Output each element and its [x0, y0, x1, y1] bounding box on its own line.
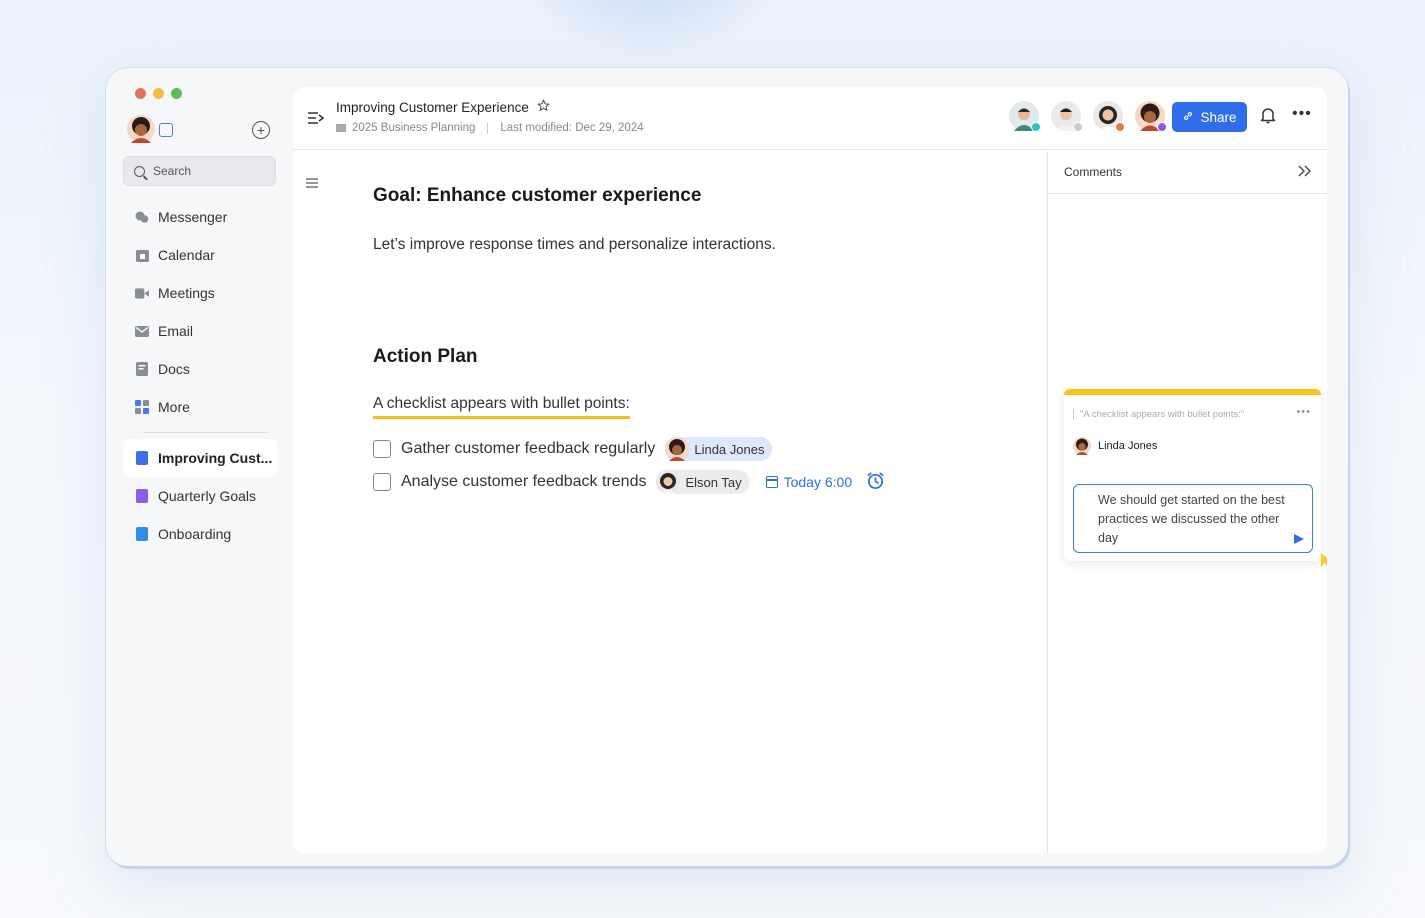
sidebar-item-label: Calendar	[158, 247, 215, 263]
calendar-shortcut-icon[interactable]	[159, 123, 173, 137]
calendar-icon	[135, 248, 149, 262]
status-badge	[1073, 122, 1083, 132]
calendar-icon	[765, 476, 778, 488]
checklist-item: Gather customer feedback regularly Linda…	[373, 436, 773, 462]
status-badge	[1031, 122, 1041, 132]
doc-meta: 2025 Business Planning Last modified: De…	[336, 122, 644, 134]
user-avatar[interactable]	[127, 115, 155, 143]
new-item-icon[interactable]: +	[252, 121, 270, 139]
breadcrumb[interactable]: 2025 Business Planning	[352, 122, 475, 134]
sidebar-doc-improving[interactable]: Improving Cust...	[123, 439, 278, 477]
sidebar-item-label: Onboarding	[158, 526, 232, 542]
alarm-clock-icon[interactable]	[866, 471, 885, 493]
document-editor[interactable]: Goal: Enhance customer experience Let’s …	[293, 151, 1047, 853]
sidebar-item-calendar[interactable]: Calendar	[123, 236, 278, 274]
assignee-chip[interactable]: Elson Tay	[656, 470, 750, 494]
comments-header: Comments	[1048, 151, 1327, 194]
goal-text[interactable]: Let’s improve response times and persona…	[373, 236, 776, 254]
outline-menu-icon[interactable]	[306, 175, 318, 191]
sidebar-item-label: Improving Cust...	[158, 450, 273, 466]
close-dot[interactable]	[135, 88, 146, 99]
avatar	[1073, 437, 1091, 455]
document-icon	[135, 451, 149, 465]
link-icon	[1182, 110, 1194, 125]
docs-icon	[135, 362, 149, 376]
background-glow	[520, 0, 780, 60]
due-date[interactable]: Today 6:00	[765, 471, 886, 493]
sidebar-item-label: Docs	[158, 361, 190, 377]
sidebar-nav: Messenger Calendar Meetings Email Docs M…	[123, 198, 278, 553]
star-icon[interactable]	[537, 99, 550, 115]
doc-header: Improving Customer Experience 2025 Busin…	[293, 87, 1327, 150]
collaborator-avatars	[1009, 101, 1167, 132]
task-label[interactable]: Analyse customer feedback trends	[401, 473, 646, 491]
document-icon	[135, 527, 149, 541]
assignee-chip[interactable]: Linda Jones	[665, 437, 773, 461]
task-label[interactable]: Gather customer feedback regularly	[401, 440, 655, 458]
comment-reply-input[interactable]: We should get started on the best practi…	[1073, 484, 1313, 553]
panel-title: Comments	[1064, 165, 1123, 179]
sidebar-doc-onboarding[interactable]: Onboarding	[123, 515, 278, 553]
sidebar-doc-quarterly[interactable]: Quarterly Goals	[123, 477, 278, 515]
collapse-panel-icon[interactable]	[1298, 165, 1311, 180]
sidebar-item-docs[interactable]: Docs	[123, 350, 278, 388]
collaborator-avatar[interactable]	[1009, 101, 1041, 132]
sidebar-item-label: More	[158, 399, 190, 415]
collapse-sidebar-icon[interactable]	[308, 111, 325, 130]
highlighted-text[interactable]: A checklist appears with bullet points:	[373, 395, 630, 419]
last-modified: Last modified: Dec 29, 2024	[500, 122, 644, 134]
search-input[interactable]: Search	[123, 156, 276, 186]
divider	[487, 122, 489, 134]
pointer-cursor-icon	[1319, 550, 1327, 571]
comments-panel: Comments "A checklist appears with bulle…	[1047, 151, 1327, 853]
sidebar-divider	[143, 432, 268, 433]
goal-heading[interactable]: Goal: Enhance customer experience	[373, 185, 701, 207]
quoted-text: "A checklist appears with bullet points:…	[1073, 409, 1244, 420]
sidebar-item-messenger[interactable]: Messenger	[123, 198, 278, 236]
folder-icon	[336, 124, 346, 132]
video-icon	[135, 286, 149, 300]
avatar	[665, 437, 690, 461]
comment-options-icon[interactable]: •••	[1296, 406, 1311, 418]
status-badge	[1115, 122, 1125, 132]
apps-icon	[135, 400, 149, 414]
window-controls	[135, 88, 182, 99]
sidebar-item-label: Quarterly Goals	[158, 488, 257, 504]
minimize-dot[interactable]	[153, 88, 164, 99]
comment-author: Linda Jones	[1073, 437, 1157, 455]
messenger-icon	[135, 210, 149, 224]
action-plan-heading[interactable]: Action Plan	[373, 346, 478, 368]
bell-icon[interactable]	[1260, 107, 1276, 129]
sidebar-item-more[interactable]: More	[123, 388, 278, 426]
task-checkbox[interactable]	[373, 473, 391, 491]
checklist-item: Analyse customer feedback trends Elson T…	[373, 469, 885, 495]
sidebar-item-meetings[interactable]: Meetings	[123, 274, 278, 312]
sidebar-item-email[interactable]: Email	[123, 312, 278, 350]
app-window: + Search Messenger Calendar Meetings Ema…	[106, 68, 1348, 866]
collaborator-avatar[interactable]	[1093, 101, 1125, 132]
task-checkbox[interactable]	[373, 440, 391, 458]
maximize-dot[interactable]	[171, 88, 182, 99]
collaborator-avatar[interactable]	[1051, 101, 1083, 132]
send-icon[interactable]	[1294, 534, 1304, 544]
avatar	[656, 470, 681, 494]
sidebar-item-label: Email	[158, 323, 194, 339]
main-panel: Improving Customer Experience 2025 Busin…	[293, 87, 1327, 853]
sidebar-item-label: Messenger	[158, 209, 228, 225]
sidebar-item-label: Meetings	[158, 285, 215, 301]
comment-card: "A checklist appears with bullet points:…	[1064, 389, 1327, 571]
more-options-icon[interactable]: •••	[1292, 105, 1312, 123]
document-icon	[135, 489, 149, 503]
status-badge	[1157, 122, 1167, 132]
search-icon	[134, 165, 145, 177]
collaborator-avatar[interactable]	[1135, 101, 1167, 132]
mail-icon	[135, 324, 149, 338]
share-button[interactable]: Share	[1172, 102, 1247, 132]
page-title: Improving Customer Experience	[336, 99, 550, 115]
